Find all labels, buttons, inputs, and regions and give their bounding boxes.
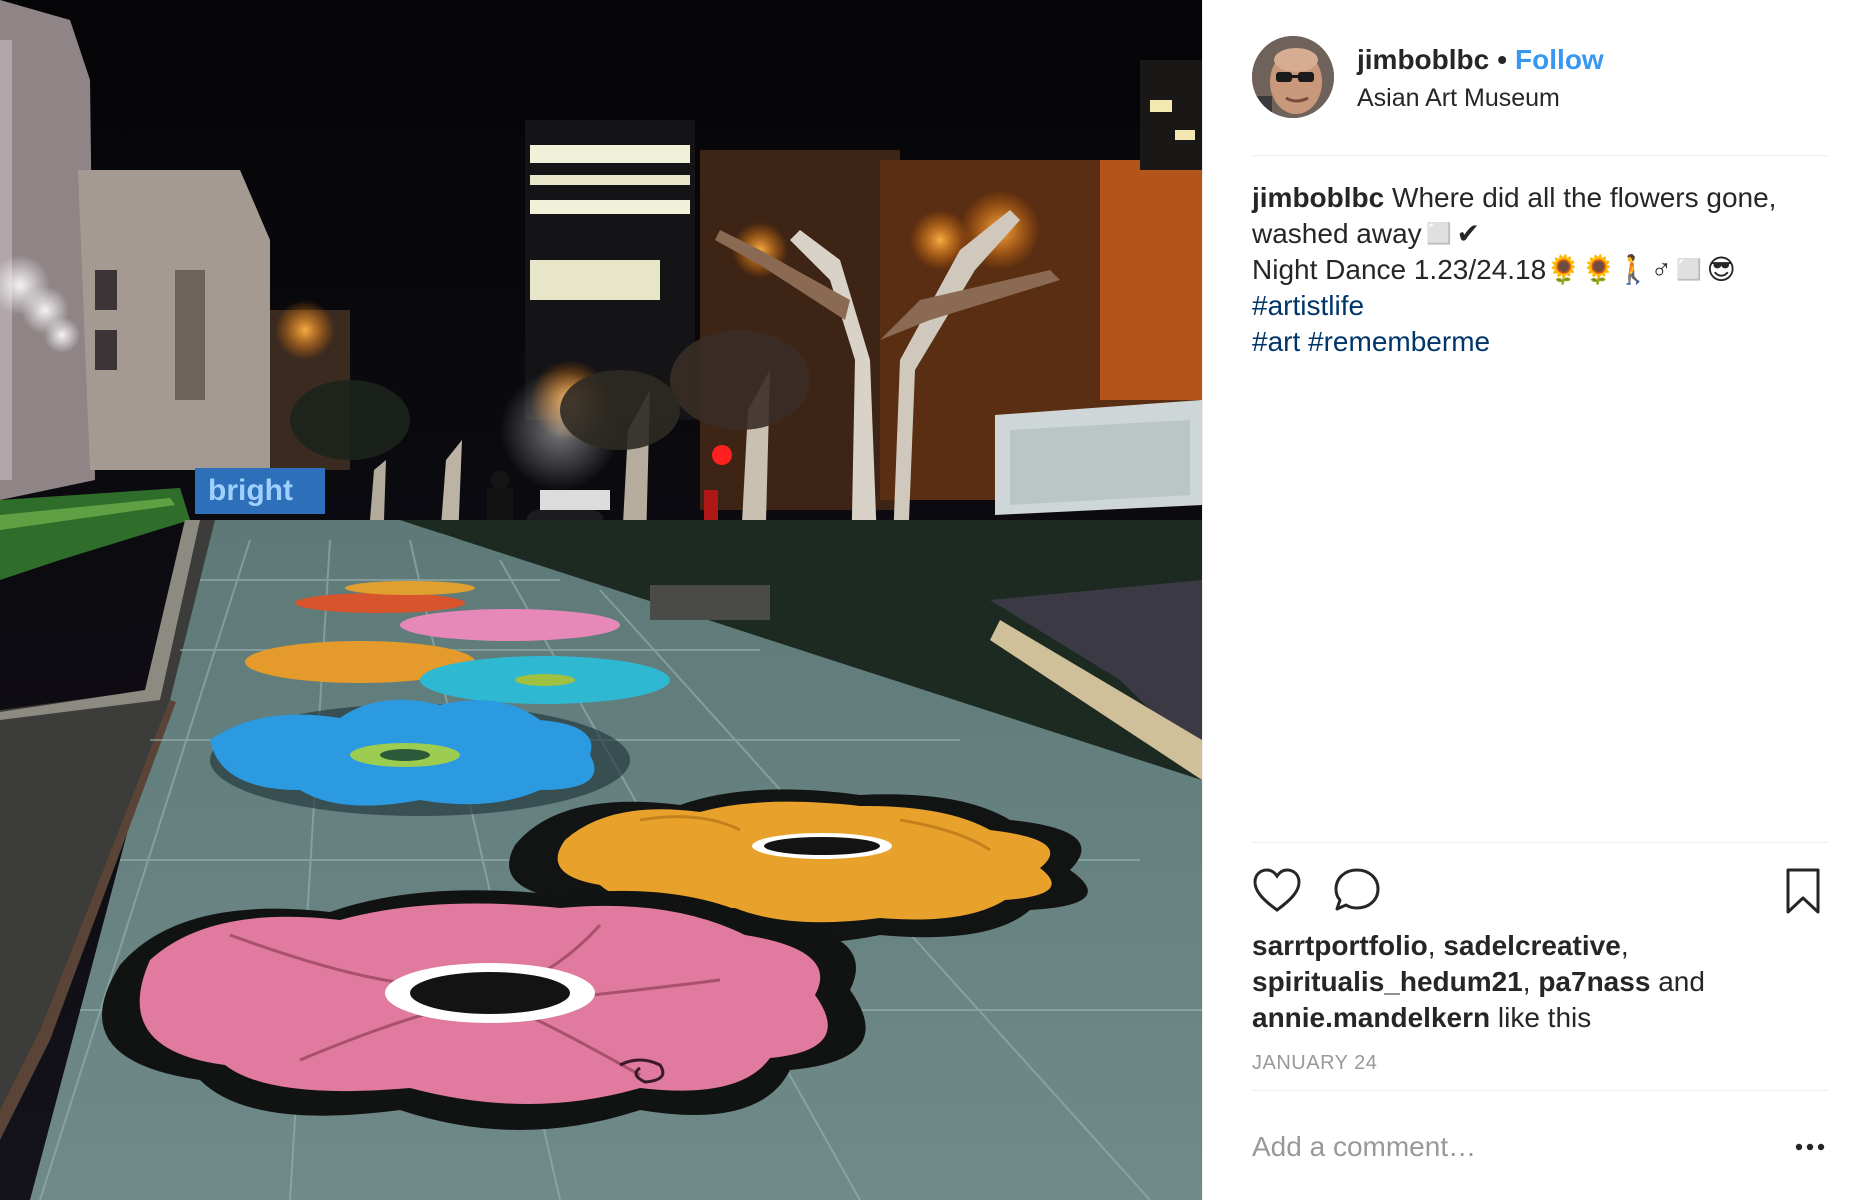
avatar-image <box>1252 36 1334 118</box>
liker-link[interactable]: sarrtportfolio <box>1252 930 1428 961</box>
hashtag-link[interactable]: #art <box>1252 326 1300 357</box>
post-view: bright jimboblbc • Follow Asian Art Muse… <box>0 0 1872 1200</box>
likes-summary: sarrtportfolio, sadelcreative, spiritual… <box>1252 930 1705 1033</box>
separator-dot: • <box>1497 44 1508 75</box>
ellipsis-icon[interactable] <box>1792 1129 1828 1165</box>
caption-text-line1: Where did all the flowers gone, <box>1392 182 1777 213</box>
post-photo-image: bright <box>0 0 1202 1200</box>
username-link[interactable]: jimboblbc <box>1357 44 1489 75</box>
post-actions <box>1252 866 1828 916</box>
likes-suffix: like this <box>1497 1002 1592 1033</box>
user-line: jimboblbc • Follow <box>1357 44 1604 76</box>
hashtag-link[interactable]: #artistlife <box>1252 290 1364 321</box>
liker-link[interactable]: sadelcreative <box>1443 930 1620 961</box>
hashtag-link[interactable]: #rememberme <box>1308 326 1490 357</box>
post-photo[interactable]: bright <box>0 0 1202 1200</box>
liker-link[interactable]: pa7nass <box>1538 966 1650 997</box>
caption-username-link[interactable]: jimboblbc <box>1252 182 1384 213</box>
caption-text-line2: washed away◻️✔ <box>1252 218 1480 249</box>
likes-and-word: and <box>1658 966 1705 997</box>
post-sidebar: jimboblbc • Follow Asian Art Museum jimbob… <box>1202 0 1872 1200</box>
speech-bubble-icon[interactable] <box>1332 866 1382 916</box>
liker-link[interactable]: spiritualis_hedum21 <box>1252 966 1523 997</box>
post-date[interactable]: JANUARY 24 <box>1252 1052 1377 1075</box>
post-header: jimboblbc • Follow Asian Art Museum <box>1252 36 1828 118</box>
liker-link[interactable]: annie.mandelkern <box>1252 1002 1490 1033</box>
truck-sign-text: bright <box>208 474 293 507</box>
comment-box <box>1252 1125 1828 1169</box>
post-caption: jimboblbc Where did all the flowers gone… <box>1252 180 1828 360</box>
location-link[interactable]: Asian Art Museum <box>1357 84 1560 113</box>
follow-button[interactable]: Follow <box>1515 44 1604 75</box>
heart-outline-icon[interactable] <box>1252 866 1302 916</box>
comment-input[interactable] <box>1252 1125 1752 1169</box>
header-divider <box>1252 155 1828 156</box>
avatar[interactable] <box>1252 36 1334 118</box>
caption-text-line3: Night Dance 1.23/24.18🌻🌻🚶♂◻️😎 <box>1252 254 1736 285</box>
actions-divider <box>1252 842 1828 843</box>
bookmark-icon[interactable] <box>1778 866 1828 916</box>
comment-divider <box>1252 1090 1828 1091</box>
